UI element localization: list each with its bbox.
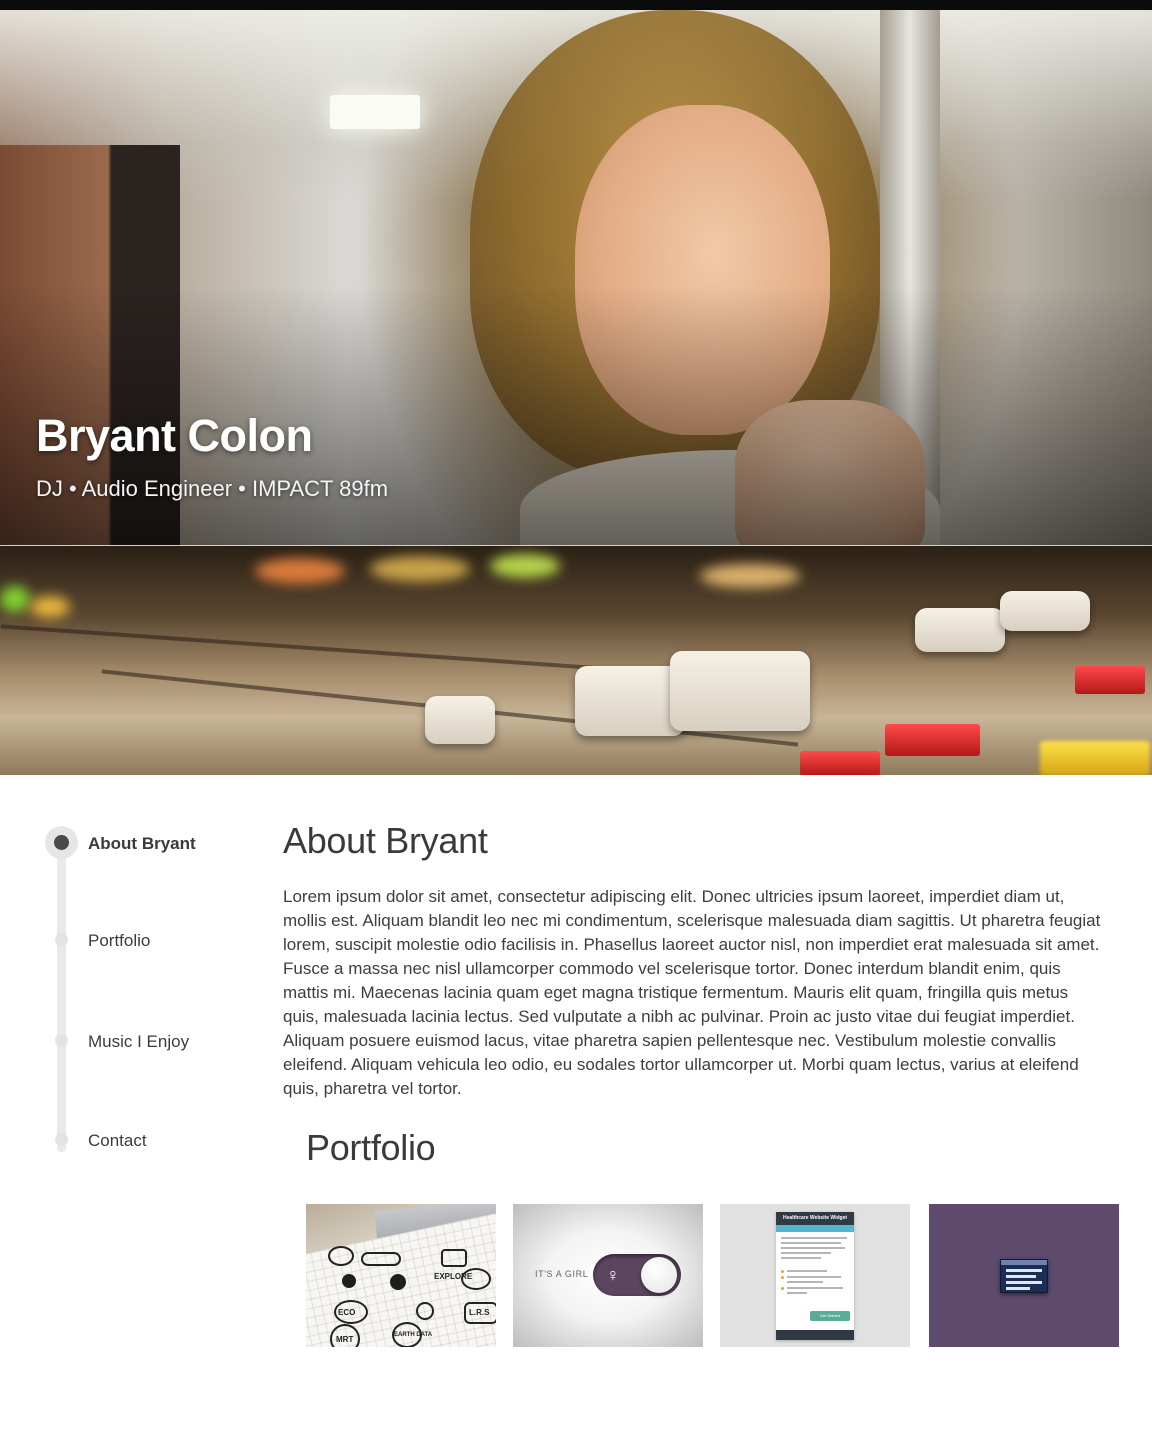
mini-screen-row: [1006, 1281, 1042, 1284]
sketch-label: L.R.S: [469, 1308, 490, 1317]
sketch-label: EXPLORE: [434, 1272, 473, 1281]
widget-mockup: Healthcare Website Widget Get Started: [776, 1212, 854, 1340]
mini-screen-header: [1001, 1260, 1047, 1265]
sketch-shape: [416, 1302, 434, 1320]
mini-screen-row: [1006, 1275, 1036, 1278]
mixer-led-yellow: [30, 596, 70, 618]
sketch-label: ECO: [338, 1308, 356, 1317]
portfolio-thumbnail-screen[interactable]: [929, 1204, 1119, 1347]
mixer-button-red: [885, 724, 980, 756]
sketch-shape: [441, 1249, 467, 1267]
widget-get-started-button: Get Started: [810, 1311, 850, 1321]
hero-ceiling-light: [330, 95, 420, 129]
widget-text-line: [781, 1257, 821, 1259]
portfolio-thumbnail-sketches[interactable]: EXPLORE ECO L.R.S MRT EARTH DATA: [306, 1204, 496, 1347]
timeline-dot-icon: [55, 933, 68, 946]
widget-footer: [776, 1330, 854, 1340]
about-body: Lorem ipsum dolor sit amet, consectetur …: [283, 887, 1101, 1098]
top-bar: [0, 0, 1152, 10]
nav-item-label: Music I Enjoy: [88, 1032, 190, 1051]
mixer-fader: [575, 666, 685, 736]
widget-text-line: [787, 1281, 823, 1283]
mixer-button-yellow: [1040, 741, 1150, 775]
toggle-switch: ♀: [593, 1254, 681, 1296]
mixer-led-peach: [700, 564, 800, 588]
mixer-fader: [1000, 591, 1090, 631]
portfolio-heading: Portfolio: [306, 1127, 436, 1168]
nav-item-label: About Bryant: [88, 834, 196, 853]
widget-text-line: [781, 1237, 847, 1239]
nav-item-contact[interactable]: Contact: [40, 1122, 260, 1156]
widget-text-line: [781, 1252, 831, 1254]
hero-banner: [0, 10, 1152, 545]
mixer-fader: [425, 696, 495, 744]
widget-text-line: [787, 1292, 807, 1294]
mixer-button-red: [1075, 666, 1145, 694]
widget-bullet-icon: [781, 1276, 784, 1279]
mixer-led-amber: [370, 556, 470, 582]
mini-screen-row: [1006, 1287, 1030, 1290]
mixer-led-lime: [490, 554, 560, 578]
person-icon: ♀: [606, 1265, 620, 1285]
portfolio-thumbnail-toggle[interactable]: IT'S A GIRL ♀: [513, 1204, 703, 1347]
widget-text-line: [781, 1242, 841, 1244]
mixer-fader-main: [670, 651, 810, 731]
portfolio-thumbnail-widget[interactable]: Healthcare Website Widget Get Started: [720, 1204, 910, 1347]
toggle-caption: IT'S A GIRL: [535, 1269, 589, 1279]
nav-item-portfolio[interactable]: Portfolio: [40, 922, 260, 956]
timeline-dot-active-icon: [45, 826, 78, 859]
sketch-shape: [328, 1246, 354, 1266]
hero-tagline: DJ • Audio Engineer • IMPACT 89fm: [36, 476, 389, 501]
sketch-dot: [342, 1274, 356, 1288]
nav-item-about[interactable]: About Bryant: [40, 825, 260, 859]
section-timeline-nav: About Bryant Portfolio Music I Enjoy Con…: [40, 820, 260, 1160]
widget-bullet-icon: [781, 1287, 784, 1290]
mini-screen-image: [1000, 1259, 1048, 1293]
widget-text-line: [787, 1276, 841, 1278]
sketch-label: MRT: [336, 1335, 354, 1344]
widget-text-line: [787, 1270, 827, 1272]
nav-item-label: Contact: [88, 1131, 147, 1150]
mixer-rail: [0, 624, 620, 672]
mixer-led-green: [0, 586, 30, 612]
mini-screen-row: [1006, 1269, 1042, 1272]
mixer-banner: [0, 545, 1152, 775]
widget-text-line: [787, 1287, 843, 1289]
widget-header: Healthcare Website Widget: [776, 1212, 854, 1225]
about-heading: About Bryant: [283, 820, 488, 861]
mixer-led-orange: [255, 558, 345, 584]
mixer-button-red: [800, 751, 880, 775]
hero-name: Bryant Colon: [36, 410, 313, 461]
sketch-shape: [361, 1252, 401, 1266]
widget-text-line: [781, 1247, 845, 1249]
widget-tab-bar: [776, 1225, 854, 1232]
timeline-dot-icon: [55, 1133, 68, 1146]
timeline-dot-icon: [55, 1034, 68, 1047]
nav-item-music[interactable]: Music I Enjoy: [40, 1023, 260, 1057]
sketch-label: EARTH DATA: [394, 1332, 433, 1338]
toggle-knob: [641, 1257, 677, 1293]
widget-bullet-icon: [781, 1270, 784, 1273]
mixer-fader: [915, 608, 1005, 652]
nav-item-label: Portfolio: [88, 931, 151, 950]
timeline-line: [57, 842, 66, 1152]
sketch-dot: [390, 1274, 406, 1290]
